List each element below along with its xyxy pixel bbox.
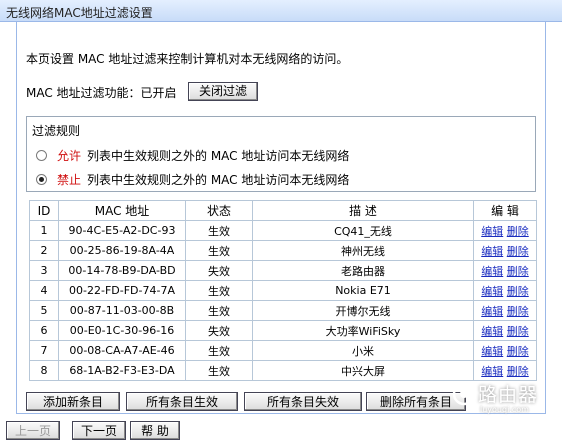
disable-all-button[interactable]: 所有条目失效	[244, 392, 362, 411]
disable-filter-button[interactable]: 关闭过滤	[188, 82, 258, 101]
cell-edit: 编辑 删除	[473, 320, 537, 341]
delete-link[interactable]: 删除	[507, 325, 529, 338]
header-edit: 编 辑	[473, 200, 537, 221]
delete-link[interactable]: 删除	[507, 265, 529, 278]
add-entry-button[interactable]: 添加新条目	[26, 392, 120, 411]
enable-all-button[interactable]: 所有条目生效	[126, 392, 238, 411]
delete-link[interactable]: 删除	[507, 305, 529, 318]
page-description: 本页设置 MAC 地址过滤来控制计算机对本无线网络的访问。	[26, 52, 349, 66]
table-row: 5 00-87-11-03-00-8B 生效 开博尔无线 编辑 删除	[29, 300, 537, 321]
cell-status: 生效	[185, 360, 253, 381]
edit-link[interactable]: 编辑	[481, 285, 503, 298]
cell-status: 失效	[185, 320, 253, 341]
cell-mac: 68-1A-B2-F3-E3-DA	[58, 360, 186, 381]
table-row: 1 90-4C-E5-A2-DC-93 生效 CQ41_无线 编辑 删除	[29, 220, 537, 241]
cell-id: 1	[29, 220, 59, 241]
edit-link[interactable]: 编辑	[481, 245, 503, 258]
window-title-bar: 无线网络MAC地址过滤设置	[0, 0, 562, 22]
header-id: ID	[29, 200, 59, 221]
delete-link[interactable]: 删除	[507, 245, 529, 258]
table-row: 2 00-25-86-19-8A-4A 生效 神州无线 编辑 删除	[29, 240, 537, 261]
help-button[interactable]: 帮 助	[130, 421, 180, 440]
table-row: 3 00-14-78-B9-DA-BD 失效 老路由器 编辑 删除	[29, 260, 537, 281]
deny-rule-text: 列表中生效规则之外的 MAC 地址访问本无线网络	[87, 172, 350, 187]
filter-status-row: MAC 地址过滤功能：已开启	[26, 82, 177, 102]
cell-edit: 编辑 删除	[473, 280, 537, 301]
cell-description: 老路由器	[252, 260, 474, 281]
allow-rule-text: 列表中生效规则之外的 MAC 地址访问本无线网络	[87, 148, 350, 163]
router-logo-icon	[452, 382, 476, 406]
table-row: 6 00-E0-1C-30-96-16 失效 大功率WiFiSky 编辑 删除	[29, 320, 537, 341]
edit-link[interactable]: 编辑	[481, 365, 503, 378]
edit-link[interactable]: 编辑	[481, 225, 503, 238]
deny-radio[interactable]	[36, 173, 47, 185]
cell-mac: 00-14-78-B9-DA-BD	[58, 260, 186, 281]
table-header-row: ID MAC 地址 状态 描 述 编 辑	[29, 200, 537, 221]
window-title: 无线网络MAC地址过滤设置	[6, 6, 153, 20]
cell-mac: 90-4C-E5-A2-DC-93	[58, 220, 186, 241]
mac-filter-table: ID MAC 地址 状态 描 述 编 辑 1 90-4C-E5-A2-DC-93 生…	[29, 200, 537, 381]
cell-status: 生效	[185, 340, 253, 361]
cell-description: 开博尔无线	[252, 300, 474, 321]
allow-rule-option[interactable]: 允许 列表中生效规则之外的 MAC 地址访问本无线网络	[36, 146, 349, 164]
edit-link[interactable]: 编辑	[481, 305, 503, 318]
cell-mac: 00-E0-1C-30-96-16	[58, 320, 186, 341]
cell-id: 7	[29, 340, 59, 361]
cell-edit: 编辑 删除	[473, 340, 537, 361]
cell-status: 生效	[185, 280, 253, 301]
filter-status-label: MAC 地址过滤功能：已开启	[26, 85, 177, 100]
delete-link[interactable]: 删除	[507, 345, 529, 358]
next-page-button[interactable]: 下一页	[72, 421, 126, 440]
cell-edit: 编辑 删除	[473, 240, 537, 261]
cell-id: 8	[29, 360, 59, 381]
header-description: 描 述	[252, 200, 474, 221]
table-row: 7 00-08-CA-A7-AE-46 生效 小米 编辑 删除	[29, 340, 537, 361]
cell-status: 生效	[185, 220, 253, 241]
cell-description: 大功率WiFiSky	[252, 320, 474, 341]
cell-description: 中兴大屏	[252, 360, 474, 381]
prev-page-button[interactable]: 上一页	[6, 421, 60, 440]
cell-edit: 编辑 删除	[473, 300, 537, 321]
table-body: 1 90-4C-E5-A2-DC-93 生效 CQ41_无线 编辑 删除 2 00-25-8…	[29, 220, 537, 381]
cell-mac: 00-08-CA-A7-AE-46	[58, 340, 186, 361]
delete-link[interactable]: 删除	[507, 285, 529, 298]
header-mac: MAC 地址	[58, 200, 186, 221]
watermark: 路由器 luyouqi.com	[448, 378, 558, 422]
cell-status: 生效	[185, 300, 253, 321]
cell-description: CQ41_无线	[252, 220, 474, 241]
edit-link[interactable]: 编辑	[481, 265, 503, 278]
cell-id: 6	[29, 320, 59, 341]
cell-status: 失效	[185, 260, 253, 281]
allow-radio[interactable]	[36, 149, 47, 161]
watermark-brand: 路由器	[478, 384, 539, 406]
cell-description: 小米	[252, 340, 474, 361]
edit-link[interactable]: 编辑	[481, 345, 503, 358]
delete-link[interactable]: 删除	[507, 365, 529, 378]
allow-keyword: 允许	[57, 148, 82, 163]
cell-description: Nokia E71	[252, 280, 474, 301]
cell-id: 4	[29, 280, 59, 301]
cell-description: 神州无线	[252, 240, 474, 261]
deny-rule-option[interactable]: 禁止 列表中生效规则之外的 MAC 地址访问本无线网络	[36, 170, 349, 188]
filter-rules-legend: 过滤规则	[32, 124, 81, 138]
deny-keyword: 禁止	[57, 172, 82, 187]
cell-id: 3	[29, 260, 59, 281]
watermark-domain: luyouqi.com	[480, 405, 529, 414]
cell-mac: 00-25-86-19-8A-4A	[58, 240, 186, 261]
delete-link[interactable]: 删除	[507, 225, 529, 238]
cell-status: 生效	[185, 240, 253, 261]
header-status: 状态	[185, 200, 253, 221]
edit-link[interactable]: 编辑	[481, 325, 503, 338]
cell-id: 2	[29, 240, 59, 261]
cell-mac: 00-87-11-03-00-8B	[58, 300, 186, 321]
table-row: 4 00-22-FD-FD-74-7A 生效 Nokia E71 编辑 删除	[29, 280, 537, 301]
cell-id: 5	[29, 300, 59, 321]
cell-edit: 编辑 删除	[473, 220, 537, 241]
cell-mac: 00-22-FD-FD-74-7A	[58, 280, 186, 301]
cell-edit: 编辑 删除	[473, 260, 537, 281]
